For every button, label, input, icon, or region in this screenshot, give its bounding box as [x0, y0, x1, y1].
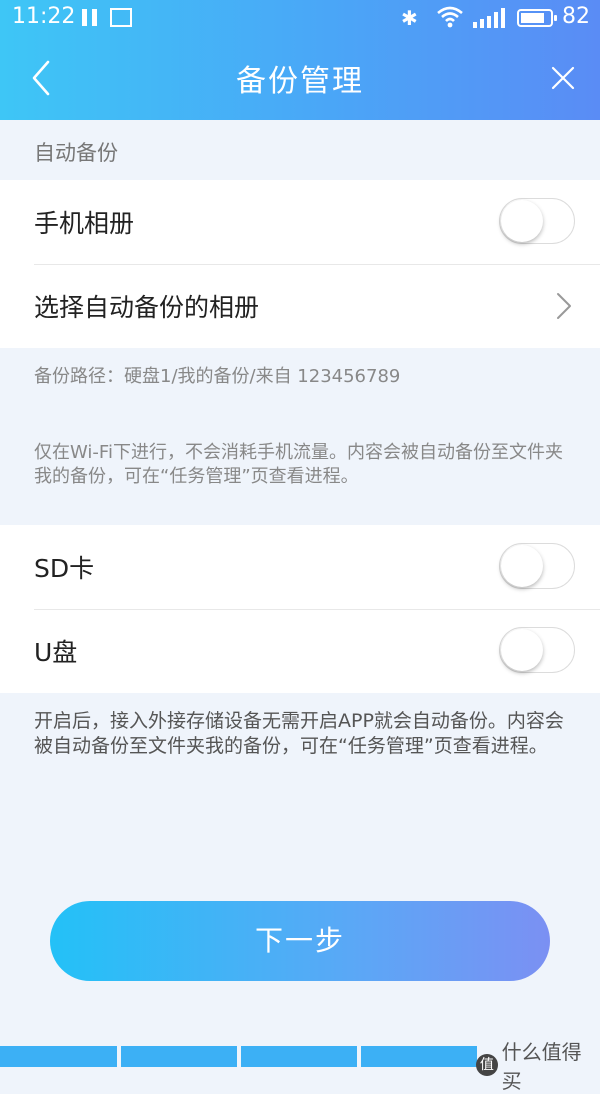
usb-drive-toggle[interactable]: [499, 627, 575, 673]
battery-percent: 82: [562, 4, 590, 29]
app-header: 11:22 ✱ 82 备份管理: [0, 0, 600, 120]
bluetooth-icon: ✱: [401, 6, 418, 30]
pause-icon: [82, 9, 98, 26]
next-step-button[interactable]: 下一步: [50, 901, 550, 981]
image-icon: [110, 8, 132, 27]
phone-album-label: 手机相册: [34, 209, 135, 238]
status-time: 11:22: [12, 4, 76, 29]
strip-segment: [361, 1046, 477, 1067]
phone-album-toggle[interactable]: [499, 198, 575, 244]
wifi-icon: [437, 6, 463, 28]
select-album-label: 选择自动备份的相册: [34, 293, 260, 322]
wifi-note-text: 仅在Wi-Fi下进行，不会消耗手机流量。内容会被自动备份至文件夹我的备份，可在“…: [34, 442, 563, 487]
status-bar: 11:22 ✱ 82: [0, 0, 600, 38]
auto-backup-card: 手机相册 选择自动备份的相册: [0, 180, 600, 348]
chevron-right-icon: [557, 293, 571, 319]
toggle-knob: [501, 545, 543, 587]
close-icon[interactable]: [550, 65, 576, 91]
strip-segment: [0, 1046, 117, 1067]
signal-icon: [473, 8, 505, 28]
watermark-logo: 值: [476, 1054, 498, 1076]
backup-path-text: 备份路径：硬盘1/我的备份/来自 123456789: [34, 366, 401, 387]
usb-drive-label: U盘: [34, 638, 78, 667]
select-album-row[interactable]: 选择自动备份的相册: [0, 264, 600, 348]
external-backup-note: 开启后，接入外接存储设备无需开启APP就会自动备份。内容会被自动备份至文件夹我的…: [34, 710, 564, 757]
phone-album-row: 手机相册: [0, 180, 600, 264]
sd-card-label: SD卡: [34, 554, 95, 583]
watermark-text: 什么值得买: [501, 1040, 582, 1093]
toggle-knob: [501, 629, 543, 671]
strip-segment: [121, 1046, 237, 1067]
external-backup-card: SD卡 U盘: [0, 525, 600, 693]
strip-segment: [241, 1046, 357, 1067]
toggle-knob: [501, 200, 543, 242]
battery-fill: [521, 13, 544, 23]
section-label-auto-backup: 自动备份: [34, 141, 118, 165]
usb-drive-row: U盘: [0, 609, 600, 693]
sd-card-toggle[interactable]: [499, 543, 575, 589]
watermark: 值 什么值得买: [476, 1036, 600, 1094]
sd-card-row: SD卡: [0, 525, 600, 609]
page-title: 备份管理: [236, 64, 364, 99]
battery-icon: [517, 9, 557, 27]
